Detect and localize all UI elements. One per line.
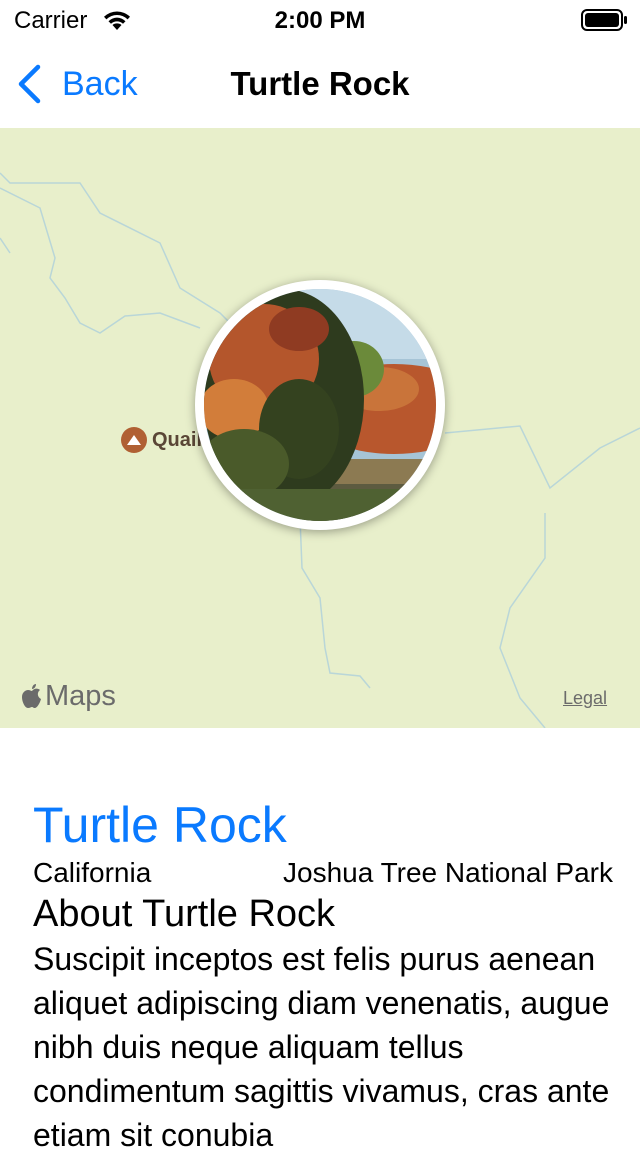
landmark-name: Turtle Rock xyxy=(33,797,287,853)
battery-icon xyxy=(581,9,627,31)
poi-label: Quail xyxy=(152,428,203,451)
landmark-park: Joshua Tree National Park xyxy=(283,857,613,888)
landmark-photo xyxy=(195,280,445,530)
status-bar: Carrier 2:00 PM xyxy=(0,0,640,40)
poi-marker-quail[interactable]: Quail xyxy=(121,427,202,453)
maps-logo-text: Maps xyxy=(45,680,116,712)
legal-link[interactable]: Legal xyxy=(563,688,607,709)
clock-label: 2:00 PM xyxy=(274,7,366,34)
landmark-description: Suscipit inceptos est felis purus aenean… xyxy=(33,941,610,1153)
landmark-state: California xyxy=(33,857,152,888)
landmark-details: Turtle Rock California Joshua Tree Natio… xyxy=(33,795,613,1157)
mountain-icon xyxy=(121,427,147,453)
navigation-bar: Back Turtle Rock xyxy=(0,40,640,128)
landmark-meta: California Joshua Tree National Park xyxy=(33,855,613,891)
landmark-photo-image xyxy=(204,289,436,521)
page-title: Turtle Rock xyxy=(230,65,410,102)
maps-logo: Maps xyxy=(21,680,116,713)
about-heading: About Turtle Rock xyxy=(33,893,336,935)
apple-logo-icon xyxy=(22,683,41,708)
